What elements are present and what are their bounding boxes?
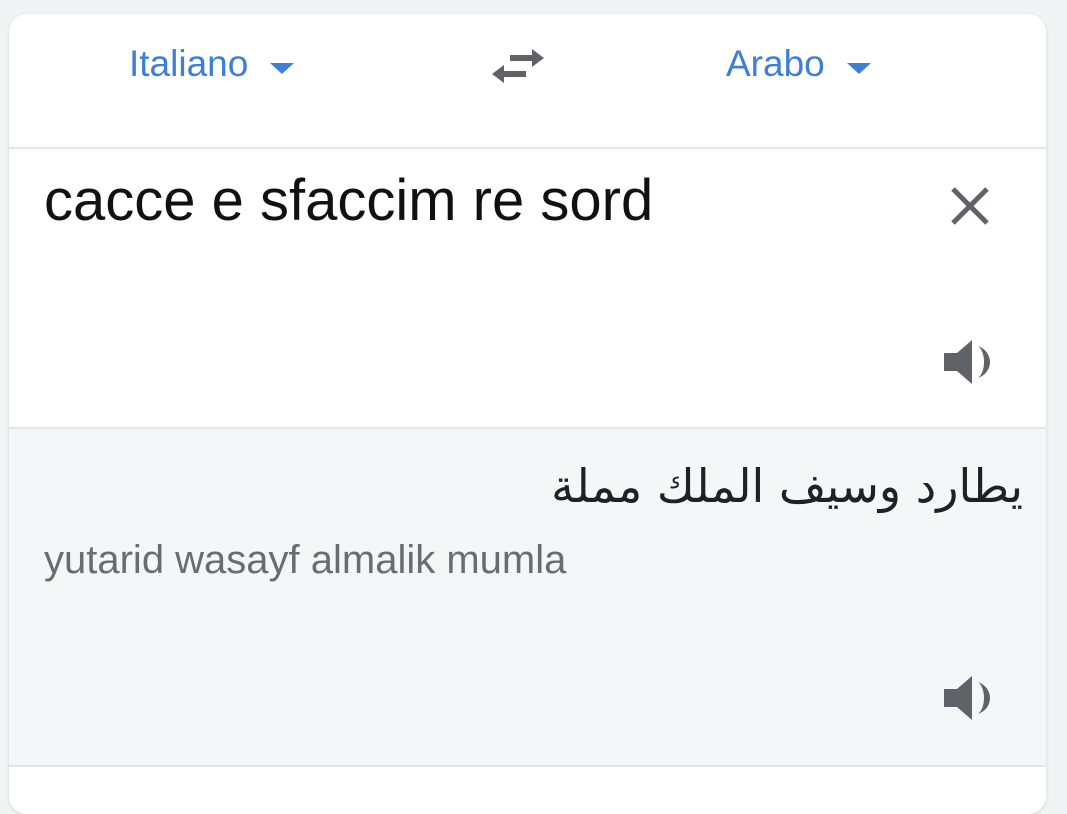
swap-languages-icon: [492, 49, 544, 83]
source-text[interactable]: cacce e sfaccim re sord: [44, 168, 653, 234]
chevron-down-icon: [270, 62, 295, 74]
transliteration-text: yutarid wasayf almalik mumla: [44, 538, 567, 582]
target-language-selector[interactable]: Arabo: [726, 43, 871, 84]
chevron-down-icon: [846, 62, 871, 74]
speaker-icon: [944, 340, 990, 384]
clear-input-button[interactable]: [944, 180, 996, 232]
translate-card: [9, 14, 1046, 814]
translated-text: يطارد وسيف الملك مملة: [551, 459, 1023, 513]
speaker-icon: [944, 676, 990, 720]
source-language-selector[interactable]: Italiano: [129, 43, 295, 84]
swap-languages-button[interactable]: [488, 44, 548, 88]
target-language-label: Arabo: [726, 43, 825, 84]
listen-source-button[interactable]: [940, 336, 998, 388]
next-card-area: [9, 767, 1046, 814]
listen-translation-button[interactable]: [940, 672, 998, 724]
source-language-label: Italiano: [129, 43, 249, 84]
close-icon: [951, 187, 989, 225]
